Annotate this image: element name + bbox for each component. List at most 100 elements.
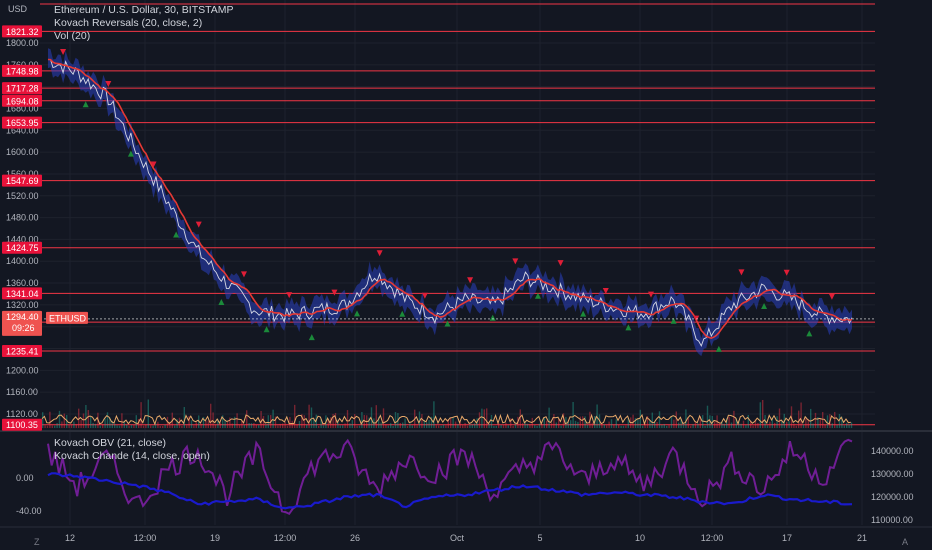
oscillator-left-tick: -40.00 (16, 506, 42, 516)
indicator-kovach-obv[interactable]: Kovach OBV (21, close) (54, 437, 166, 449)
volume-bar (404, 418, 406, 428)
volume-bar (272, 409, 274, 428)
volume-bar (253, 423, 255, 428)
volume-bar (500, 425, 502, 428)
volume-bar (212, 412, 214, 428)
volume-bar (541, 425, 543, 428)
timezone-button[interactable]: Z (34, 537, 40, 547)
volume-bar (802, 424, 805, 428)
volume-bar (733, 410, 735, 428)
volume-bar (181, 425, 183, 428)
volume-bar (68, 424, 70, 428)
level-label: 1547.69 (6, 176, 39, 186)
indicator-kovach-chande[interactable]: Kovach Chande (14, close, open) (54, 450, 210, 462)
volume-bar (70, 424, 73, 428)
volume-bar (452, 417, 454, 428)
sell-marker (828, 293, 835, 300)
volume-bar (106, 412, 109, 428)
volume-bar (848, 424, 850, 428)
sell-marker (783, 269, 790, 276)
volume-bar (267, 415, 269, 428)
volume-bar (193, 425, 195, 428)
level-label: 1341.04 (6, 289, 39, 299)
volume-bar (426, 422, 428, 428)
volume-bar (663, 424, 665, 428)
sell-marker (376, 250, 383, 257)
volume-bar (745, 425, 747, 428)
volume-bar (322, 425, 325, 428)
volume-bar (450, 417, 452, 428)
volume-bar (553, 414, 555, 428)
time-axis-label: Oct (450, 533, 465, 543)
volume-bar (243, 424, 245, 428)
volume-bar (822, 412, 824, 428)
volume-bar (183, 407, 185, 428)
volume-bar (670, 416, 673, 428)
volume-bar (310, 407, 313, 428)
current-price-value: 1294.40 (6, 312, 39, 322)
volume-bar (421, 414, 423, 428)
volume-bar (603, 424, 605, 428)
volume-bar (637, 419, 639, 428)
volume-bar (174, 425, 176, 428)
volume-bar (291, 420, 293, 428)
volume-bar (471, 424, 473, 428)
oscillator-right-tick: 110000.00 (871, 515, 913, 525)
volume-bar (488, 423, 490, 428)
symbol-title[interactable]: Ethereum / U.S. Dollar, 30, BITSTAMP (54, 4, 234, 16)
volume-bar (608, 421, 610, 428)
bar-countdown: 09:26 (12, 323, 35, 333)
volume-bar (133, 424, 135, 428)
volume-bar (651, 412, 653, 428)
volume-bar (810, 408, 812, 428)
volume-bar (282, 423, 284, 428)
volume-bar (46, 425, 49, 428)
volume-bar (351, 420, 353, 428)
volume-bar (548, 407, 550, 428)
volume-bar (231, 423, 233, 428)
volume-bar (546, 420, 548, 428)
volume-bar (522, 423, 524, 428)
auto-scale-button[interactable]: A (902, 537, 908, 547)
volume-bar (406, 425, 409, 428)
volume-bar (579, 416, 581, 428)
volume-bar (286, 425, 289, 428)
volume-bar (774, 422, 776, 428)
time-axis-label: 17 (782, 533, 792, 543)
buy-marker (218, 298, 225, 305)
volume-bar (104, 418, 106, 428)
volume-bar (469, 424, 471, 428)
volume-bar (428, 420, 430, 428)
volume-bar (478, 412, 481, 428)
volume-bar (622, 425, 625, 428)
volume-bar (63, 413, 65, 428)
volume-bar (601, 423, 603, 428)
volume-bar (538, 423, 541, 428)
volume-bar (514, 423, 517, 428)
volume-bar (238, 424, 241, 428)
volume-bar (505, 422, 507, 428)
volume-bar (258, 425, 260, 428)
volume-bar (723, 423, 725, 428)
oscillator-left-tick: 0.00 (16, 473, 34, 483)
volume-bar (248, 423, 250, 428)
time-axis-label: 26 (350, 533, 360, 543)
price-chart-canvas[interactable]: 1800.001760.001720.001680.001640.001600.… (0, 0, 932, 550)
volume-bar (433, 401, 435, 428)
volume-bar (526, 423, 529, 428)
volume-bar (752, 425, 754, 428)
volume-bar (728, 416, 730, 428)
volume-bar (195, 422, 197, 428)
volume-bar (642, 425, 644, 428)
volume-bar (296, 424, 298, 428)
volume-bar (94, 423, 97, 428)
volume-bar (570, 420, 572, 428)
volume-bar (387, 425, 389, 428)
indicator-volume[interactable]: Vol (20) (54, 30, 90, 42)
volume-bar (442, 424, 445, 428)
indicator-kovach-reversals[interactable]: Kovach Reversals (20, close, 2) (54, 17, 202, 29)
volume-bar (380, 422, 382, 428)
volume-bar (126, 424, 128, 428)
volume-bar (582, 416, 584, 428)
volume-bar (529, 424, 531, 428)
